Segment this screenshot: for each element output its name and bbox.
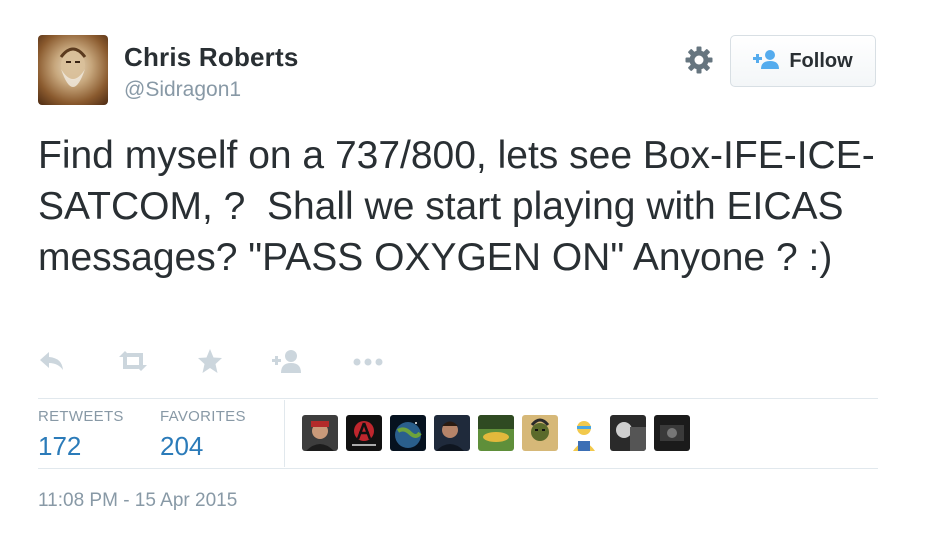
author-handle[interactable]: @Sidragon1: [124, 78, 241, 102]
retweet-icon[interactable]: [116, 347, 150, 380]
favoriter-avatar[interactable]: [610, 415, 646, 451]
favoriter-avatar[interactable]: [654, 415, 690, 451]
follow-user-icon[interactable]: [272, 347, 302, 380]
follow-button-label: Follow: [789, 49, 853, 72]
favorites-label: FAVORITES: [160, 408, 246, 425]
gear-icon[interactable]: [684, 45, 714, 75]
more-dots-icon[interactable]: [352, 347, 384, 380]
favoriter-avatar[interactable]: [522, 415, 558, 451]
favoriter-avatar[interactable]: [390, 415, 426, 451]
retweets-label: RETWEETS: [38, 408, 124, 425]
tweet-timestamp[interactable]: 11:08 PM - 15 Apr 2015: [38, 490, 237, 512]
reply-icon[interactable]: [38, 347, 66, 380]
favoriter-avatar[interactable]: [434, 415, 470, 451]
stats-divider: [284, 400, 285, 467]
divider-bottom: [38, 468, 878, 469]
retweets-stat[interactable]: RETWEETS 172: [38, 408, 124, 462]
favoriter-avatar[interactable]: [346, 415, 382, 451]
retweets-count[interactable]: 172: [38, 431, 124, 462]
favoriter-avatar[interactable]: [302, 415, 338, 451]
favorites-count[interactable]: 204: [160, 431, 246, 462]
favorites-stat[interactable]: FAVORITES 204: [160, 408, 246, 462]
favoriter-avatar[interactable]: [566, 415, 602, 451]
follow-button[interactable]: Follow: [730, 35, 876, 87]
divider-top: [38, 398, 878, 399]
follow-user-plus-icon: [753, 49, 780, 74]
author-avatar[interactable]: [38, 35, 108, 105]
favoriters-list: [302, 415, 690, 451]
favorite-star-icon[interactable]: [196, 347, 224, 380]
author-name[interactable]: Chris Roberts: [124, 42, 299, 73]
tweet-text: Find myself on a 737/800, lets see Box-I…: [38, 134, 875, 279]
favoriter-avatar[interactable]: [478, 415, 514, 451]
